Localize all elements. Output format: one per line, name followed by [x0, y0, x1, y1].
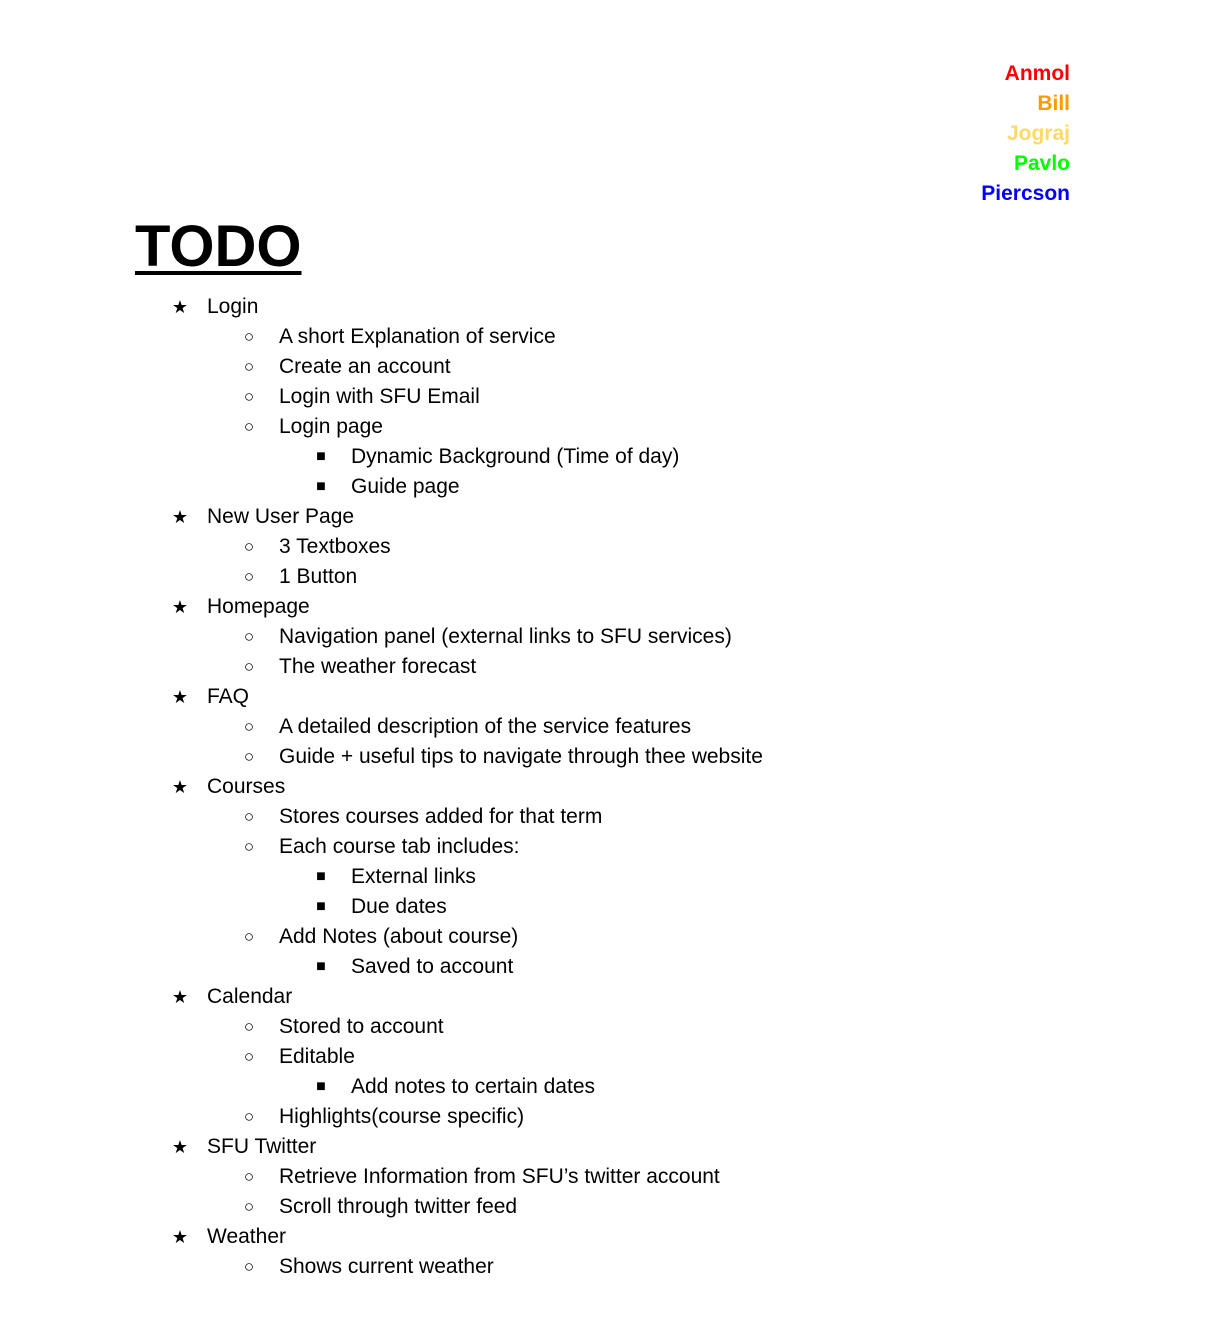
todo-item-text: Retrieve Information from SFU’s twitter … [279, 1165, 720, 1188]
todo-item-text: Guide page [351, 475, 460, 498]
star-bullet-icon: ★ [171, 507, 189, 527]
circle-bullet-icon: ○ [243, 327, 255, 346]
circle-bullet-icon: ○ [243, 1107, 255, 1126]
todo-item-text: Navigation panel (external links to SFU … [279, 625, 732, 648]
square-bullet-icon: ■ [316, 958, 326, 975]
circle-bullet-icon: ○ [243, 807, 255, 826]
circle-bullet-icon: ○ [243, 1257, 255, 1276]
team-member-piercson: Piercson [981, 182, 1070, 205]
star-bullet-icon: ★ [171, 1137, 189, 1157]
todo-item-text: Login page [279, 415, 383, 438]
todo-item-text: Login with SFU Email [279, 385, 480, 408]
todo-item-text: Stores courses added for that term [279, 805, 603, 828]
circle-bullet-icon: ○ [243, 837, 255, 856]
square-bullet-icon: ■ [316, 868, 326, 885]
todo-item-text: Stored to account [279, 1015, 444, 1038]
todo-item-text: Each course tab includes: [279, 835, 520, 858]
todo-item-text: Courses [207, 775, 286, 798]
team-member-anmol: Anmol [1004, 62, 1070, 85]
todo-item-text: Dynamic Background (Time of day) [351, 445, 680, 468]
circle-bullet-icon: ○ [243, 1017, 255, 1036]
todo-item-text: Add Notes (about course) [279, 925, 519, 948]
square-bullet-icon: ■ [316, 448, 326, 465]
circle-bullet-icon: ○ [243, 387, 255, 406]
todo-item-text: Shows current weather [279, 1255, 494, 1278]
todo-item-text: A short Explanation of service [279, 325, 556, 348]
circle-bullet-icon: ○ [243, 657, 255, 676]
circle-bullet-icon: ○ [243, 357, 255, 376]
todo-item-text: Weather [207, 1225, 286, 1248]
todo-item-text: External links [351, 865, 476, 888]
todo-item-text: Create an account [279, 355, 451, 378]
circle-bullet-icon: ○ [243, 1167, 255, 1186]
todo-item-text: Add notes to certain dates [351, 1075, 595, 1098]
todo-item-text: Guide + useful tips to navigate through … [279, 745, 763, 768]
todo-item-text: Saved to account [351, 955, 514, 978]
star-bullet-icon: ★ [171, 297, 189, 317]
square-bullet-icon: ■ [316, 1078, 326, 1095]
todo-item-text: FAQ [207, 685, 250, 708]
team-member-list: Anmol Bill Jograj Pavlo Piercson [981, 59, 1070, 209]
todo-item-text: Due dates [351, 895, 447, 918]
page-title: TODO [135, 214, 302, 279]
circle-bullet-icon: ○ [243, 627, 255, 646]
star-bullet-icon: ★ [171, 597, 189, 617]
circle-bullet-icon: ○ [243, 567, 255, 586]
todo-item-text: Calendar [207, 985, 293, 1008]
star-bullet-icon: ★ [171, 777, 189, 797]
team-member-jograj: Jograj [1006, 122, 1070, 145]
star-bullet-icon: ★ [171, 987, 189, 1007]
star-bullet-icon: ★ [171, 687, 189, 707]
todo-item-text: Login [207, 295, 259, 318]
square-bullet-icon: ■ [316, 478, 326, 495]
todo-item-text: 1 Button [279, 565, 358, 588]
star-bullet-icon: ★ [171, 1227, 189, 1247]
circle-bullet-icon: ○ [243, 537, 255, 556]
todo-item-text: Scroll through twitter feed [279, 1195, 518, 1218]
circle-bullet-icon: ○ [243, 417, 255, 436]
circle-bullet-icon: ○ [243, 747, 255, 766]
todo-item-text: Editable [279, 1045, 355, 1068]
square-bullet-icon: ■ [316, 898, 326, 915]
document-page: Anmol Bill Jograj Pavlo Piercson TODO ★ Login… [0, 0, 1206, 1330]
todo-item-text: The weather forecast [279, 655, 477, 678]
team-member-pavlo: Pavlo [1013, 152, 1070, 175]
team-member-bill: Bill [1037, 92, 1070, 115]
todo-item-text: 3 Textboxes [279, 535, 391, 558]
todo-item-text: Homepage [207, 595, 310, 618]
circle-bullet-icon: ○ [243, 1047, 255, 1066]
todo-item-text: A detailed description of the service fe… [279, 715, 692, 738]
todo-item-text: SFU Twitter [207, 1135, 317, 1158]
circle-bullet-icon: ○ [243, 927, 255, 946]
todo-item-text: Highlights(course specific) [279, 1105, 525, 1128]
circle-bullet-icon: ○ [243, 717, 255, 736]
todo-item-text: New User Page [207, 505, 355, 528]
circle-bullet-icon: ○ [243, 1197, 255, 1216]
